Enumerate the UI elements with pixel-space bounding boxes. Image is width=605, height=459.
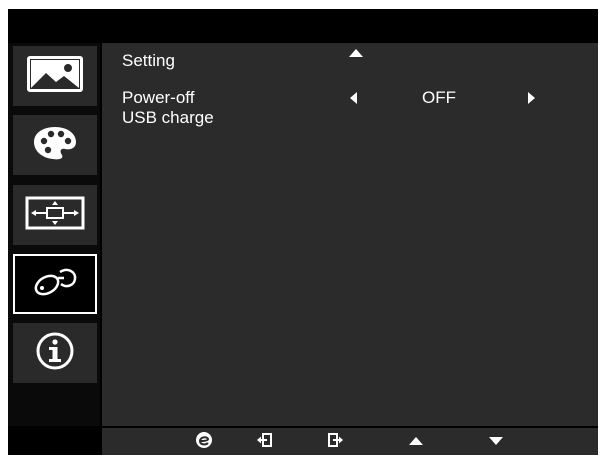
exit-button[interactable] [326,432,346,452]
input-button[interactable] [254,432,274,452]
value-right-arrow[interactable] [528,92,535,104]
osd-sidebar [8,43,100,426]
sidebar-item-display[interactable] [13,185,97,245]
exit-icon [328,432,344,452]
setting-label-line1: Power-off [122,88,195,107]
value-left-arrow[interactable] [350,92,357,104]
screen-position-icon [25,196,85,235]
down-arrow-icon [488,433,504,451]
sidebar-item-setting[interactable] [13,254,97,314]
picture-icon [26,55,84,98]
e-mode-button[interactable] [194,431,214,454]
setting-value: OFF [422,88,456,107]
sidebar-item-picture[interactable] [13,46,97,106]
osd-top-bar [8,9,598,43]
setting-row-label: Power-off USB charge [122,88,322,128]
up-arrow-icon [408,433,424,451]
input-icon [256,432,272,452]
setting-row-power-off-usb-charge[interactable]: Power-off USB charge OFF [122,88,592,132]
section-title: Setting [122,51,175,70]
settings-panel: Setting Power-off USB charge OFF [102,43,598,426]
button-guide-bar [102,426,598,455]
scroll-up-indicator [349,49,363,57]
sidebar-item-color[interactable] [13,115,97,175]
sidebar-item-information[interactable] [13,323,97,383]
settings-wrench-icon [30,264,80,305]
color-palette-icon [32,125,78,166]
osd-menu: Setting Power-off USB charge OFF [8,9,598,455]
info-icon [35,331,75,376]
down-button[interactable] [486,433,506,451]
setting-label-line2: USB charge [122,108,214,127]
e-mode-icon [195,431,213,454]
up-button[interactable] [406,433,426,451]
